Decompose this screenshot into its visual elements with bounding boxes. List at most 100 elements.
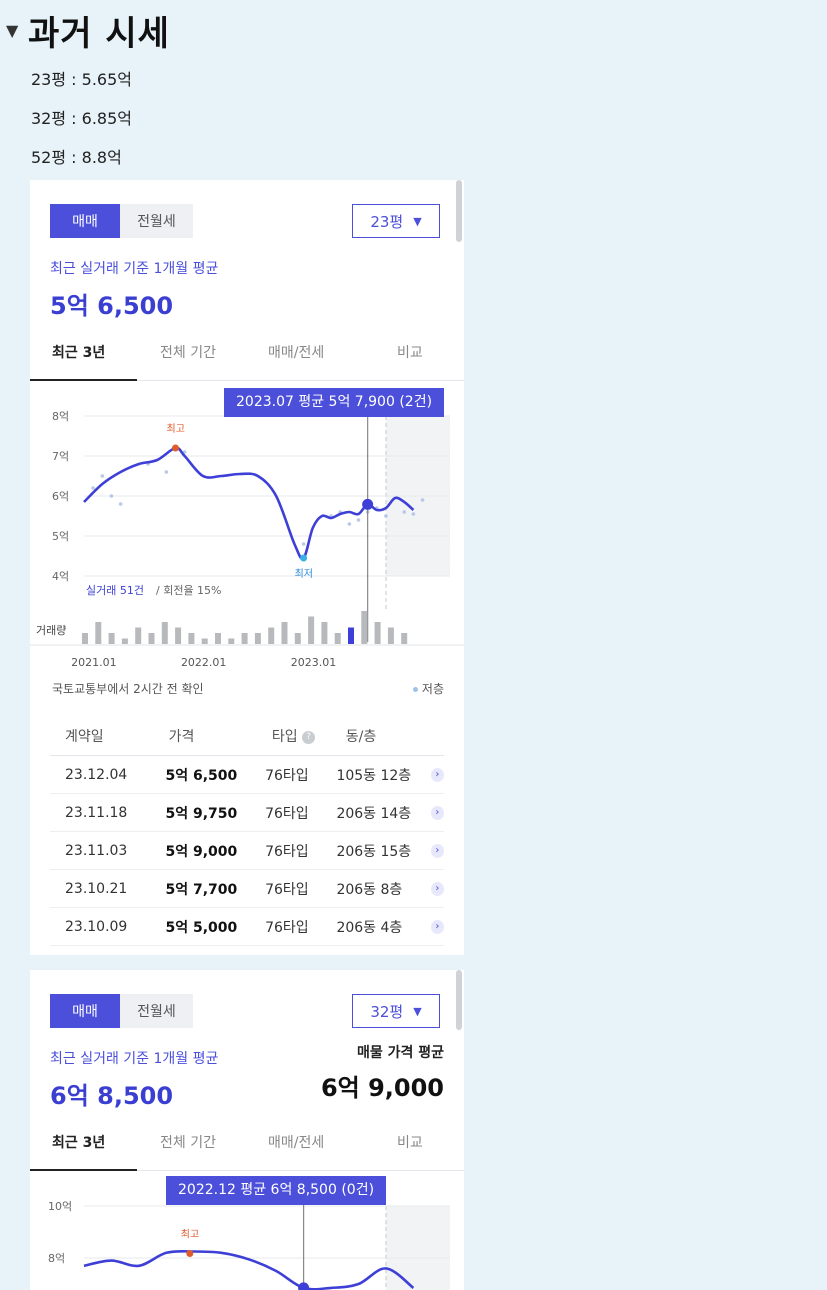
trade-point	[411, 512, 416, 516]
period-tabs: 최근 3년 전체 기간 매매/전세 비교	[30, 330, 464, 381]
row-date: 23.10.09	[65, 918, 128, 935]
high-label: 최고	[167, 423, 185, 435]
period-tabs: 최근 3년 전체 기간 매매/전세 비교	[30, 1120, 464, 1171]
past-price-52: 52평 : 8.8억	[31, 148, 122, 167]
volume-bar	[321, 622, 328, 644]
table-row[interactable]: 23.10.09 5억 5,000 76타입 206동 4층 ›	[50, 908, 444, 946]
legend-low-floor: 저층	[412, 680, 444, 697]
row-date: 23.11.18	[65, 804, 128, 821]
row-price: 5억 7,700	[165, 881, 238, 898]
size-dropdown[interactable]: 23평 ▼	[352, 204, 440, 238]
header-date: 계약일	[65, 729, 104, 745]
volume-bar	[108, 633, 115, 644]
listing-avg-price: 6억 9,000	[320, 1074, 444, 1102]
volume-bar	[308, 616, 315, 644]
transaction-table: 계약일 가격 타입 ? 동/층 23.12.04 5억 6,500 76타입 1…	[50, 717, 444, 946]
x-tick-label: 2023.01	[291, 656, 337, 669]
chevron-right-icon[interactable]: ›	[430, 881, 444, 896]
trade-point	[100, 474, 105, 478]
tab-compare[interactable]: 비교	[397, 342, 423, 362]
avg-price: 5억 6,500	[50, 292, 174, 320]
trade-point	[347, 522, 352, 526]
price-line	[83, 1249, 415, 1290]
x-tick-label: 2021.01	[71, 656, 117, 669]
size-dropdown[interactable]: 32평 ▼	[352, 994, 440, 1028]
tab-sale-jeonse[interactable]: 매매/전세	[268, 1132, 324, 1152]
row-type: 76타입	[265, 843, 309, 860]
tab-all-period[interactable]: 전체 기간	[160, 1132, 216, 1152]
row-type: 76타입	[265, 767, 309, 784]
scrollbar[interactable]	[456, 180, 462, 242]
volume-bar	[361, 611, 368, 644]
trade-type-toggle: 매매 전월세	[50, 204, 193, 238]
dropdown-caret-icon: ▼	[413, 1004, 422, 1018]
tab-all-period[interactable]: 전체 기간	[160, 342, 216, 362]
legend-dot-icon	[412, 687, 418, 692]
y-tick-label: 4억	[52, 570, 69, 583]
stat-count: 실거래 51건	[86, 584, 144, 597]
price-card-32: 매매 전월세 32평 ▼ 최근 실거래 기준 1개월 평균 6억 8,500 매…	[30, 970, 464, 1290]
tab-sale-jeonse[interactable]: 매매/전세	[268, 342, 324, 362]
volume-bar	[241, 633, 248, 644]
y-tick-label: 10억	[48, 1200, 72, 1213]
chevron-right-icon[interactable]: ›	[430, 843, 444, 858]
row-unit: 206동 8층	[336, 881, 403, 898]
trade-point	[91, 486, 95, 490]
price-chart[interactable]: 8억 7억 6억 5억 4억 최고최저실거래 51건 / 회전율 15% 거래량 2021.0…	[30, 380, 464, 680]
volume-bar	[161, 622, 168, 644]
section-title: 과거 시세	[28, 14, 170, 54]
selected-point	[298, 1282, 310, 1290]
table-row[interactable]: 23.10.21 5억 7,700 76타입 206동 8층 ›	[50, 870, 444, 908]
dropdown-caret-icon: ▼	[413, 214, 422, 228]
listing-avg-label: 매물 가격 평균	[356, 1045, 444, 1061]
low-point	[300, 554, 308, 562]
tab-recent-3y[interactable]: 최근 3년	[52, 342, 105, 362]
price-card-23: 매매 전월세 23평 ▼ 최근 실거래 기준 1개월 평균 5억 6,500 최…	[30, 180, 464, 955]
stat-rate: / 회전율 15%	[156, 584, 222, 597]
rent-tab[interactable]: 전월세	[120, 204, 193, 238]
low-label: 최저	[295, 568, 313, 580]
tab-recent-3y[interactable]: 최근 3년	[52, 1132, 105, 1152]
volume-bar	[148, 633, 155, 644]
row-unit: 206동 4층	[336, 919, 403, 936]
trade-point	[420, 498, 425, 502]
row-price: 5억 5,000	[165, 919, 238, 936]
chevron-right-icon[interactable]: ›	[430, 805, 444, 820]
table-header: 계약일 가격 타입 ? 동/층	[50, 717, 444, 756]
rent-tab[interactable]: 전월세	[120, 994, 193, 1028]
legend-label: 저층	[421, 682, 444, 696]
tab-compare[interactable]: 비교	[397, 1132, 423, 1152]
high-point	[186, 1250, 194, 1257]
chart-tooltip: 2023.07 평균 5억 7,900 (2건)	[224, 388, 445, 417]
collapse-triangle-icon[interactable]: ▼	[6, 21, 28, 40]
chevron-right-icon[interactable]: ›	[430, 919, 444, 934]
trade-point	[109, 494, 114, 498]
row-date: 23.10.21	[65, 880, 128, 897]
trade-point	[301, 542, 306, 546]
volume-bar	[82, 633, 88, 644]
sale-tab[interactable]: 매매	[50, 994, 120, 1028]
table-row[interactable]: 23.11.03 5억 9,000 76타입 206동 15층 ›	[50, 832, 444, 870]
header-type: 타입 ?	[262, 726, 336, 746]
chart-tooltip: 2022.12 평균 6억 8,500 (0건)	[166, 1176, 387, 1205]
volume-bar	[95, 622, 102, 644]
scrollbar[interactable]	[456, 970, 462, 1030]
chevron-right-icon[interactable]: ›	[430, 767, 444, 782]
volume-bar	[121, 638, 128, 644]
volume-bar	[215, 633, 221, 644]
volume-bar	[334, 633, 341, 644]
table-row[interactable]: 23.12.04 5억 6,500 76타입 105동 12층 ›	[50, 756, 444, 794]
row-unit: 206동 15층	[336, 843, 412, 860]
volume-bar	[401, 633, 408, 644]
selected-point	[362, 498, 374, 510]
sale-tab[interactable]: 매매	[50, 204, 120, 238]
trade-point	[356, 518, 361, 522]
help-icon[interactable]: ?	[302, 730, 316, 744]
section-header[interactable]: ▼ 과거 시세	[6, 6, 170, 55]
size-value: 32평	[370, 1002, 404, 1021]
header-unit: 동/층	[345, 729, 377, 745]
volume-bar	[175, 627, 182, 644]
volume-label: 거래량	[36, 624, 66, 637]
table-row[interactable]: 23.11.18 5억 9,750 76타입 206동 14층 ›	[50, 794, 444, 832]
size-value: 23평	[370, 212, 404, 231]
